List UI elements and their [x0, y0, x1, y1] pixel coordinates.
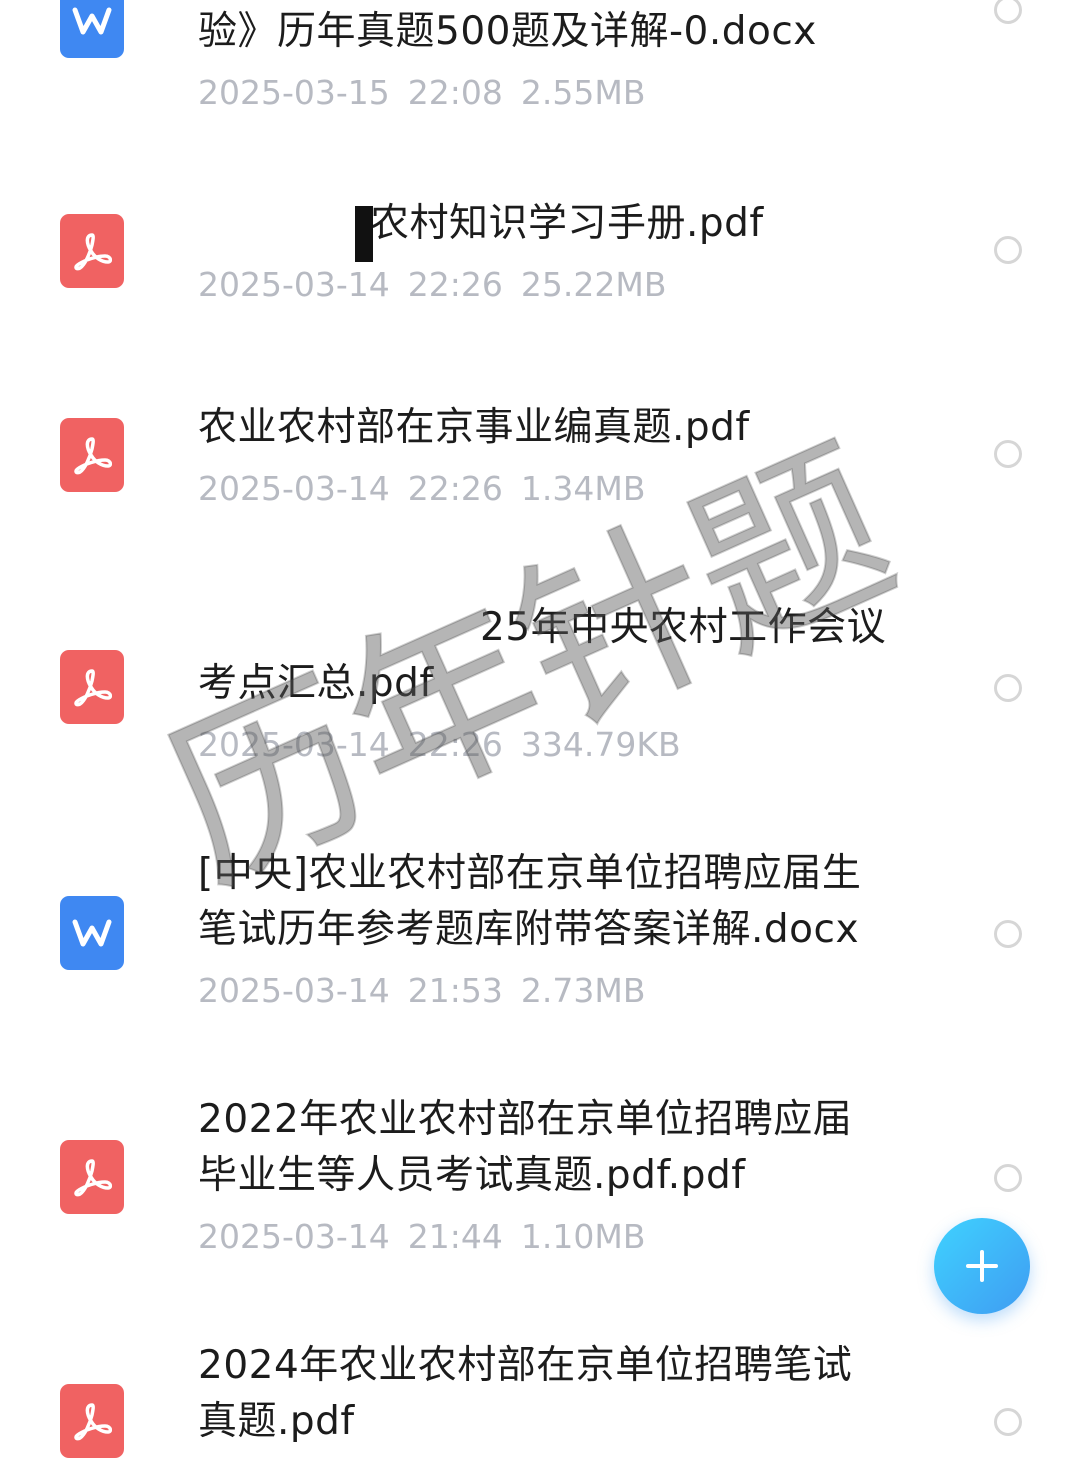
file-date: 2025-03-15	[198, 73, 390, 112]
file-date: 2025-03-14	[198, 469, 390, 508]
file-size: 1.34MB	[520, 469, 646, 508]
add-button[interactable]: +	[934, 1218, 1030, 1314]
file-time: 22:08	[407, 73, 503, 112]
pdf-icon	[60, 418, 124, 492]
file-meta: 2025-03-14 22:26 334.79KB	[198, 720, 938, 770]
select-radio[interactable]	[994, 1408, 1022, 1436]
select-radio[interactable]	[994, 236, 1022, 264]
file-title: 真题.pdf	[198, 1399, 355, 1444]
file-title: 农村知识学习手册.pdf	[370, 201, 764, 246]
select-radio[interactable]	[994, 1164, 1022, 1192]
file-date: 2025-03-14	[198, 1217, 390, 1256]
file-title: 2024年农业农村部在京单位招聘笔试	[198, 1343, 853, 1388]
file-title: 25年中央农村工作会议	[480, 605, 887, 650]
file-time: 22:26	[407, 725, 503, 764]
file-title: 考点汇总.pdf	[198, 661, 434, 706]
word-doc-icon	[60, 896, 124, 970]
file-meta: 2025-03-14 21:44 1.10MB	[198, 1212, 938, 1262]
word-doc-icon	[60, 0, 124, 58]
plus-icon	[966, 1250, 998, 1282]
file-date: 2025-03-14	[198, 725, 390, 764]
select-radio[interactable]	[994, 920, 1022, 948]
file-meta: 2025-03-15 22:08 2.55MB	[198, 68, 938, 118]
file-size: 334.79KB	[520, 725, 681, 764]
file-list: 验》历年真题500题及详解-0.docx 2025-03-15 22:08 2.55…	[0, 0, 1080, 1458]
pdf-icon	[60, 214, 124, 288]
file-meta: 2025-03-14 21:53 2.73MB	[198, 966, 938, 1016]
file-title: 2022年农业农村部在京单位招聘应届	[198, 1097, 853, 1142]
file-title: [中央]农业农村部在京单位招聘应届生	[198, 851, 862, 896]
pdf-icon	[60, 1384, 124, 1458]
file-size: 25.22MB	[520, 265, 667, 304]
pdf-icon	[60, 650, 124, 724]
file-date: 2025-03-14	[198, 971, 390, 1010]
file-size: 2.55MB	[520, 73, 646, 112]
file-time: 22:26	[407, 265, 503, 304]
file-meta: 2025-03-14 22:26 1.34MB	[198, 464, 938, 514]
file-title: 笔试历年参考题库附带答案详解.docx	[198, 907, 860, 952]
redaction-mark	[355, 206, 373, 262]
file-size: 1.10MB	[520, 1217, 646, 1256]
select-radio[interactable]	[994, 674, 1022, 702]
file-size: 2.73MB	[520, 971, 646, 1010]
select-radio[interactable]	[994, 440, 1022, 468]
file-title: 毕业生等人员考试真题.pdf.pdf	[198, 1153, 746, 1198]
file-title: 验》历年真题500题及详解-0.docx	[198, 9, 817, 54]
file-time: 21:53	[407, 971, 503, 1010]
file-time: 21:44	[407, 1217, 503, 1256]
select-radio[interactable]	[994, 0, 1022, 24]
pdf-icon	[60, 1140, 124, 1214]
file-time: 22:26	[407, 469, 503, 508]
file-meta: 2025-03-14 22:26 25.22MB	[198, 260, 938, 310]
file-date: 2025-03-14	[198, 265, 390, 304]
file-title: 农业农村部在京事业编真题.pdf	[198, 405, 750, 450]
